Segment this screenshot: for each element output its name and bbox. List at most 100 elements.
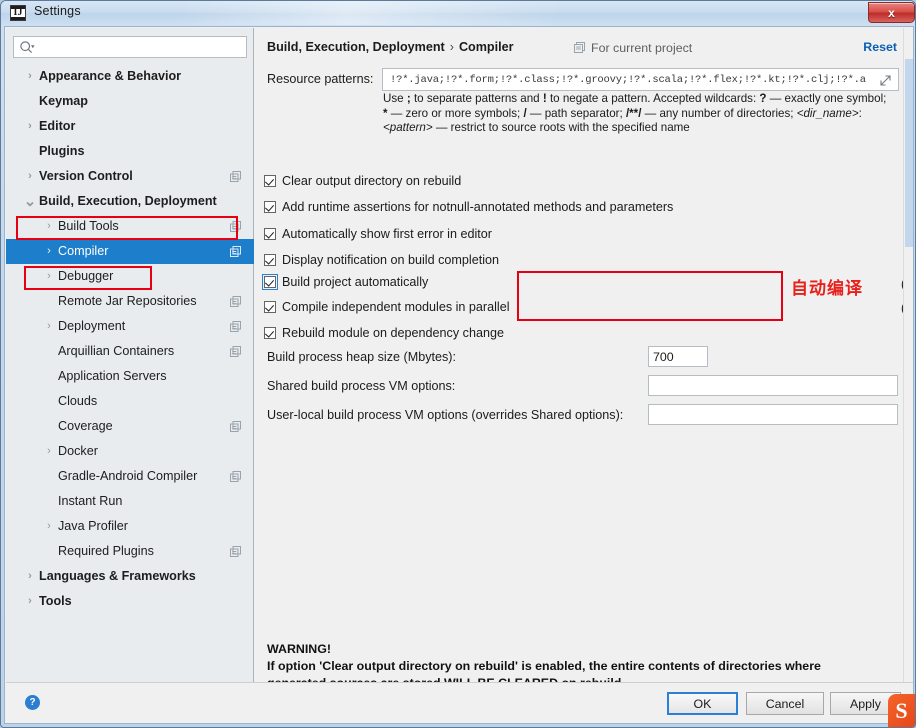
- field-box-build-process-heap-size-mbytes[interactable]: [648, 346, 708, 367]
- checkbox-box[interactable]: [264, 254, 276, 266]
- checkbox-box[interactable]: [264, 301, 276, 313]
- help-l1-a: Use: [383, 92, 407, 105]
- project-scope-icon: [230, 171, 241, 182]
- sidebar-item-label: Arquillian Containers: [58, 344, 175, 358]
- sidebar-item-label: Editor: [39, 119, 76, 133]
- sidebar-item-debugger[interactable]: › Debugger: [6, 264, 254, 289]
- chevron-right-icon[interactable]: ›: [41, 439, 57, 464]
- field-input-user-local-build-process-vm-options-overrides-shared-options[interactable]: [649, 405, 897, 424]
- sogou-input-method-icon[interactable]: S: [888, 694, 915, 727]
- sidebar-item-java-profiler[interactable]: › Java Profiler: [6, 514, 254, 539]
- chevron-right-icon[interactable]: ›: [22, 164, 38, 189]
- sidebar-item-instant-run[interactable]: Instant Run: [6, 489, 254, 514]
- help-l3-a: — restrict to source roots with the spec…: [432, 121, 690, 134]
- dialog-footer: ? OK Cancel Apply: [6, 682, 913, 722]
- sidebar-item-label: Build Tools: [58, 219, 119, 233]
- cancel-button[interactable]: Cancel: [746, 692, 824, 715]
- search-box[interactable]: [13, 36, 247, 58]
- chevron-right-icon[interactable]: ›: [41, 239, 57, 264]
- checkbox-build-project-automatically[interactable]: Build project automatically: [262, 274, 428, 295]
- resource-patterns-field[interactable]: [382, 68, 899, 91]
- project-scope-icon: [230, 471, 241, 482]
- project-scope-icon: [230, 296, 241, 307]
- chevron-down-icon[interactable]: ⌄: [22, 189, 38, 214]
- chevron-right-icon[interactable]: ›: [22, 589, 38, 614]
- chevron-right-icon[interactable]: ›: [41, 264, 57, 289]
- checkbox-compile-independent-modules-in-parallel[interactable]: Compile independent modules in parallel: [264, 300, 510, 320]
- sidebar-item-editor[interactable]: › Editor: [6, 114, 254, 139]
- search-input[interactable]: [38, 37, 242, 57]
- resource-patterns-help: Use ; to separate patterns and ! to nega…: [383, 92, 908, 136]
- sidebar-item-plugins[interactable]: Plugins: [6, 139, 254, 164]
- help-icon[interactable]: ?: [25, 695, 40, 710]
- sidebar-item-application-servers[interactable]: Application Servers: [6, 364, 254, 389]
- title-bar-sheen: [181, 1, 601, 25]
- main-panel-scrollbar[interactable]: [903, 28, 913, 684]
- sidebar-item-compiler[interactable]: › Compiler: [6, 239, 254, 264]
- reset-link[interactable]: Reset: [863, 40, 897, 54]
- sidebar-item-label: Keymap: [39, 94, 88, 108]
- chevron-right-icon[interactable]: ›: [41, 314, 57, 339]
- chevron-right-icon[interactable]: ›: [41, 514, 57, 539]
- checkbox-box[interactable]: [264, 228, 276, 240]
- resource-patterns-input[interactable]: [388, 70, 868, 89]
- help-l2-dirname: <dir_name>: [796, 106, 859, 120]
- sidebar-item-build-tools[interactable]: › Build Tools: [6, 214, 254, 239]
- checkbox-box[interactable]: [262, 274, 278, 290]
- warning-line-1: If option 'Clear output directory on reb…: [267, 659, 821, 673]
- sidebar-item-clouds[interactable]: Clouds: [6, 389, 254, 414]
- sidebar-item-required-plugins[interactable]: Required Plugins: [6, 539, 254, 564]
- checkbox-label: Automatically show first error in editor: [282, 227, 492, 241]
- help-l1-c: to negate a pattern. Accepted wildcards:: [546, 92, 760, 105]
- project-scope-icon: [230, 346, 241, 357]
- close-icon[interactable]: x: [868, 2, 915, 23]
- sidebar-item-coverage[interactable]: Coverage: [6, 414, 254, 439]
- help-l2-a: — zero or more symbols;: [387, 106, 524, 120]
- sidebar-item-languages-frameworks[interactable]: › Languages & Frameworks: [6, 564, 254, 589]
- checkbox-display-notification-on-build-completion[interactable]: Display notification on build completion: [264, 253, 499, 273]
- main-panel-scrollbar-thumb[interactable]: [905, 59, 913, 247]
- field-box-user-local-build-process-vm-options-overrides-shared-options[interactable]: [648, 404, 898, 425]
- sidebar-item-label: Instant Run: [58, 494, 123, 508]
- annotation-box-auto-build: [517, 271, 783, 321]
- sidebar-item-appearance-behavior[interactable]: › Appearance & Behavior: [6, 64, 254, 89]
- chevron-right-icon[interactable]: ›: [22, 64, 38, 89]
- expand-icon[interactable]: [879, 74, 892, 87]
- help-l3-pattern: <pattern>: [383, 121, 433, 134]
- sidebar-item-label: Version Control: [39, 169, 133, 183]
- checkbox-automatically-show-first-error-in-editor[interactable]: Automatically show first error in editor: [264, 227, 492, 247]
- window-title-bar: IJ Settings x: [1, 1, 915, 25]
- help-l1-b: to separate patterns and: [410, 92, 543, 105]
- annotation-text-chinese: 自动编译: [791, 279, 863, 299]
- checkbox-box[interactable]: [264, 201, 276, 213]
- sidebar-item-remote-jar-repositories[interactable]: Remote Jar Repositories: [6, 289, 254, 314]
- field-input-build-process-heap-size-mbytes[interactable]: [649, 347, 707, 366]
- project-scope-icon: [230, 321, 241, 332]
- sidebar-item-gradle-android-compiler[interactable]: Gradle-Android Compiler: [6, 464, 254, 489]
- sidebar-item-docker[interactable]: › Docker: [6, 439, 254, 464]
- field-box-shared-build-process-vm-options[interactable]: [648, 375, 898, 396]
- sidebar-item-keymap[interactable]: Keymap: [6, 89, 254, 114]
- checkbox-box[interactable]: [264, 327, 276, 339]
- help-l2-b: — path separator;: [526, 106, 626, 120]
- sidebar-item-deployment[interactable]: › Deployment: [6, 314, 254, 339]
- chevron-right-icon[interactable]: ›: [22, 564, 38, 589]
- checkbox-add-runtime-assertions-for-notnull-annotated-methods-and-parameters[interactable]: Add runtime assertions for notnull-annot…: [264, 200, 673, 220]
- sidebar-item-label: Gradle-Android Compiler: [58, 469, 198, 483]
- sidebar-item-tools[interactable]: › Tools: [6, 589, 254, 614]
- checkbox-label: Add runtime assertions for notnull-annot…: [282, 200, 674, 214]
- checkbox-rebuild-module-on-dependency-change[interactable]: Rebuild module on dependency change: [264, 326, 504, 346]
- sidebar-item-label: Build, Execution, Deployment: [39, 194, 217, 208]
- sidebar-item-build-execution-deployment[interactable]: ⌄ Build, Execution, Deployment: [6, 189, 254, 214]
- chevron-right-icon[interactable]: ›: [41, 214, 57, 239]
- chevron-right-icon[interactable]: ›: [22, 114, 38, 139]
- project-scope-icon: [230, 421, 241, 432]
- field-input-shared-build-process-vm-options[interactable]: [649, 376, 897, 395]
- sidebar-item-label: Docker: [58, 444, 98, 458]
- ok-button[interactable]: OK: [667, 692, 738, 715]
- sidebar-item-arquillian-containers[interactable]: Arquillian Containers: [6, 339, 254, 364]
- checkbox-box[interactable]: [264, 175, 276, 187]
- sidebar-item-version-control[interactable]: › Version Control: [6, 164, 254, 189]
- checkbox-clear-output-directory-on-rebuild[interactable]: Clear output directory on rebuild: [264, 174, 461, 194]
- sidebar-item-label: Appearance & Behavior: [39, 69, 182, 83]
